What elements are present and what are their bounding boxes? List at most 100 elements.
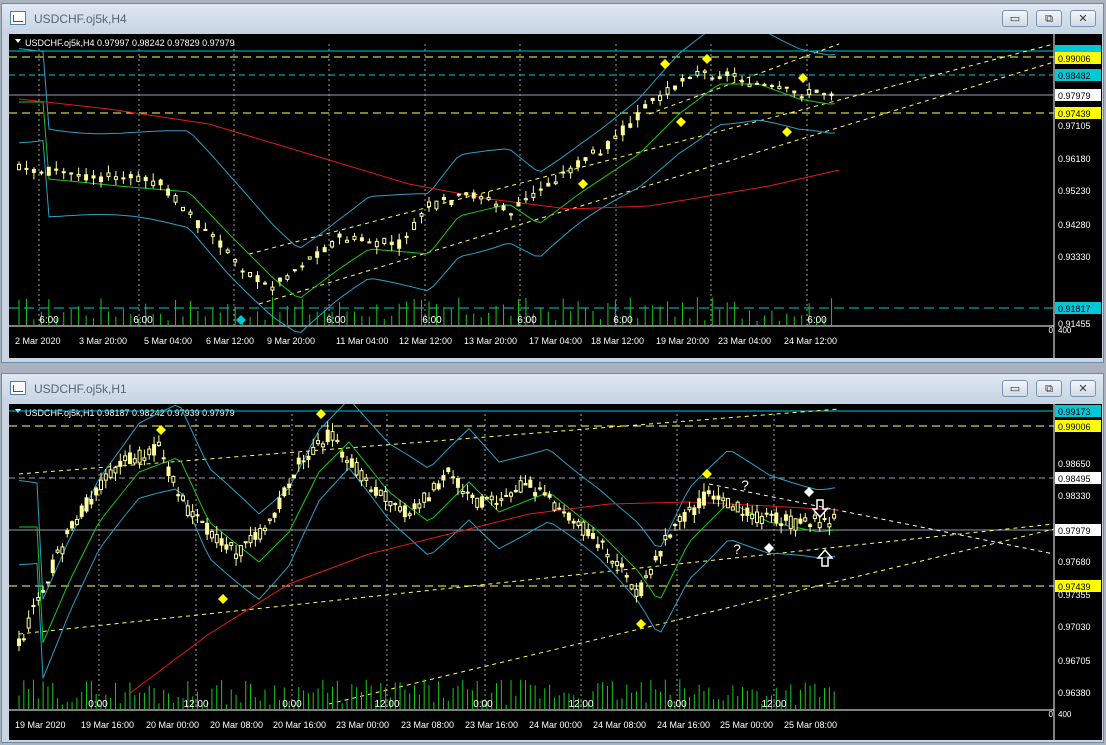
question-mark-annotation: ? <box>733 541 741 557</box>
candle-body <box>136 175 141 182</box>
date-label: 2 Mar 2020 <box>15 336 61 346</box>
candle-body <box>658 551 663 557</box>
session-label: 12:00 <box>761 699 786 710</box>
candle-body <box>557 507 562 510</box>
candle-body <box>832 513 837 519</box>
chart-canvas[interactable]: USDCHF.oj5k,H4 0.97997 0.98242 0.97829 0… <box>9 34 1102 358</box>
candle-body <box>759 516 764 524</box>
candle-body <box>817 522 822 529</box>
candle-body <box>263 282 267 285</box>
candle-body <box>181 206 185 212</box>
date-label: 19 Mar 20:00 <box>656 336 709 346</box>
price-label: 0.97979 <box>1058 526 1091 536</box>
candle-body <box>663 535 668 541</box>
candle-body <box>330 431 335 441</box>
candle-body <box>301 460 306 463</box>
candle-body <box>475 497 480 508</box>
candle-body <box>501 205 506 211</box>
candle-body <box>542 492 547 496</box>
restore-button[interactable]: ⧉ <box>1036 380 1062 397</box>
chart-window-h4[interactable]: USDCHF.oj5k,H4 ▭ ⧉ ✕ USDCHF.oj5k,H4 0.97… <box>1 3 1104 363</box>
candle-body <box>255 275 260 283</box>
candle-body <box>546 182 551 187</box>
price-label: 0.94280 <box>1058 220 1091 230</box>
candle-body <box>591 149 595 154</box>
price-label: 0.96380 <box>1058 688 1091 698</box>
candle-body <box>258 527 263 540</box>
candle-body <box>337 233 342 238</box>
chart-canvas[interactable]: USDCHF.oj5k,H1 0.98187 0.98242 0.97939 0… <box>9 404 1102 740</box>
candle-body <box>489 495 494 501</box>
candle-body <box>600 540 605 543</box>
title-bar[interactable]: USDCHF.oj5k,H1 ▭ ⧉ ✕ <box>2 374 1103 404</box>
chart-window-icon <box>10 381 26 395</box>
candle-body <box>412 503 417 510</box>
scale-zero-label: 0 <box>1049 326 1054 335</box>
candle-body <box>382 237 387 244</box>
date-label: 23 Mar 00:00 <box>336 720 389 730</box>
candle-body <box>218 240 223 248</box>
price-chart-h4[interactable]: USDCHF.oj5k,H4 0.97997 0.98242 0.97829 0… <box>9 34 1102 358</box>
candle-body <box>605 553 610 558</box>
close-button[interactable]: ✕ <box>1070 10 1096 27</box>
scale-end-label: 400 <box>1058 710 1072 719</box>
price-label: 0.97439 <box>1058 109 1091 119</box>
candle-body <box>143 176 148 182</box>
title-bar[interactable]: USDCHF.oj5k,H4 ▭ ⧉ ✕ <box>2 4 1103 34</box>
date-label: 5 Mar 04:00 <box>144 336 192 346</box>
price-label: 0.99006 <box>1058 54 1091 64</box>
price-label: 0.97030 <box>1058 622 1091 632</box>
candle-body <box>55 549 60 553</box>
fractal-marker <box>782 127 792 137</box>
candle-body <box>735 501 740 513</box>
minimize-button[interactable]: ▭ <box>1002 380 1028 397</box>
candle-body <box>248 271 253 277</box>
candle-body <box>788 515 793 529</box>
price-label: 0.99173 <box>1058 407 1091 417</box>
candle-body <box>147 448 152 456</box>
price-label: 0.98650 <box>1058 459 1091 469</box>
candle-body <box>484 497 489 500</box>
candle-body <box>434 200 439 210</box>
trend-line <box>648 43 840 115</box>
candle-body <box>171 475 176 483</box>
candle-body <box>538 188 543 191</box>
candle-body <box>653 555 658 561</box>
bollinger-upper <box>18 34 836 249</box>
restore-button[interactable]: ⧉ <box>1036 10 1062 27</box>
chart-window-h1[interactable]: USDCHF.oj5k,H1 ▭ ⧉ ✕ USDCHF.oj5k,H1 0.98… <box>1 373 1104 743</box>
candle-body <box>710 77 715 80</box>
candle-body <box>108 469 113 478</box>
candle-body <box>717 76 722 79</box>
candle-body <box>441 196 446 200</box>
candle-body <box>650 97 655 102</box>
date-label: 23 Mar 04:00 <box>718 336 771 346</box>
candle-body <box>417 503 422 509</box>
candle-body <box>586 529 591 537</box>
session-label: 0:00 <box>282 699 302 710</box>
candle-body <box>471 192 476 199</box>
date-label: 23 Mar 16:00 <box>465 720 518 730</box>
date-label: 25 Mar 08:00 <box>784 720 837 730</box>
date-label: 12 Mar 12:00 <box>399 336 452 346</box>
candle-body <box>243 541 248 544</box>
candle-body <box>364 477 369 481</box>
candle-body <box>518 480 523 493</box>
close-button[interactable]: ✕ <box>1070 380 1096 397</box>
candle-body <box>465 491 470 494</box>
price-chart-h1[interactable]: USDCHF.oj5k,H1 0.98187 0.98242 0.97939 0… <box>9 404 1102 740</box>
candle-body <box>296 457 301 465</box>
candle-body <box>769 84 774 87</box>
fractal-marker <box>636 619 646 629</box>
candle-body <box>537 487 542 490</box>
candle-body <box>272 512 277 518</box>
candle-body <box>103 473 108 481</box>
fractal-marker <box>660 59 670 69</box>
session-label: 0:00 <box>88 699 108 710</box>
candle-body <box>499 498 504 501</box>
candle-body <box>692 507 697 516</box>
minimize-button[interactable]: ▭ <box>1002 10 1028 27</box>
candle-body <box>769 513 774 516</box>
session-label: 0:00 <box>473 699 493 710</box>
candle-body <box>300 265 305 268</box>
